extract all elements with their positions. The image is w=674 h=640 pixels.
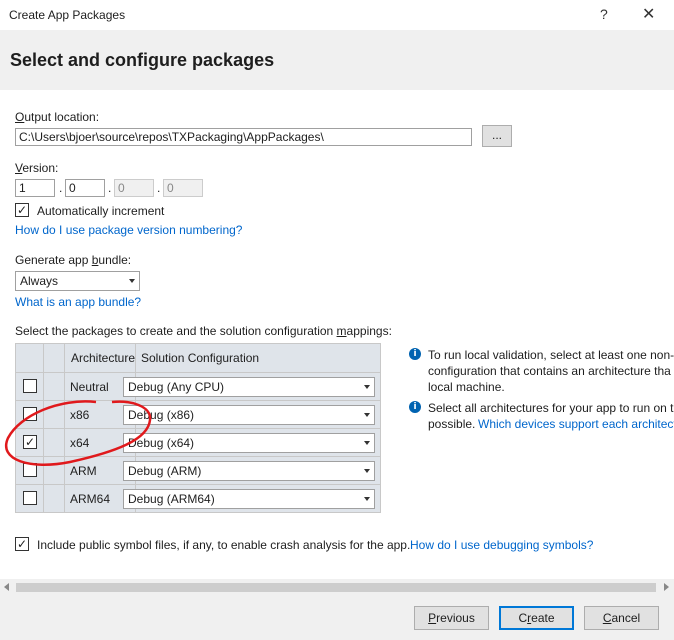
cancel-button[interactable]: Cancel [584,606,659,630]
scrollbar-thumb[interactable] [16,583,656,592]
chevron-down-icon [364,413,370,417]
auto-increment-label: Automatically increment [37,204,165,218]
output-location-input[interactable]: C:\Users\bjoer\source\repos\TXPackaging\… [15,128,472,146]
info-text: possible. [428,417,476,431]
version-separator: . [108,181,112,195]
scroll-left-icon[interactable] [4,583,9,591]
help-button[interactable]: ? [600,6,608,22]
create-button[interactable]: Create [499,606,574,630]
package-configuration-value: Debug (ARM64) [128,492,215,506]
version-revision-input: 0 [163,179,203,197]
package-configuration-dropdown[interactable]: Debug (Any CPU) [123,377,375,397]
package-configuration-dropdown[interactable]: Debug (x86) [123,405,375,425]
checkmark-icon: ✓ [16,203,28,217]
package-row-checkbox[interactable] [23,463,37,477]
version-label: Version: [15,161,59,175]
include-symbols-checkbox[interactable]: ✓ [15,537,29,551]
version-major-input[interactable]: 1 [15,179,55,197]
solution-configuration-column-header: Solution Configuration [136,344,380,372]
chevron-down-icon [129,279,135,283]
auto-increment-checkbox[interactable]: ✓ [15,203,29,217]
checkmark-icon: ✓ [16,537,28,551]
package-row: ARM64 Debug (ARM64) [16,485,380,513]
app-bundle-help-link[interactable]: What is an app bundle? [15,295,141,309]
version-separator: . [59,181,63,195]
info-text: Select all architectures for your app to… [428,401,674,415]
package-row-checkbox[interactable] [23,407,37,421]
package-row-checkbox[interactable]: ✓ [23,435,37,449]
output-location-label: Output location: [15,110,100,124]
info-icon: i [409,348,421,360]
info-text: To run local validation, select at least… [428,348,674,362]
package-configuration-dropdown[interactable]: Debug (ARM64) [123,489,375,509]
package-configuration-value: Debug (Any CPU) [128,380,225,394]
close-button[interactable]: ✕ [642,4,655,24]
version-build-input: 0 [114,179,154,197]
app-bundle-selected: Always [20,274,59,288]
package-row-checkbox[interactable] [23,491,37,505]
horizontal-scrollbar[interactable] [0,579,674,596]
package-row: ✓ x64 Debug (x64) [16,429,380,457]
packages-grid: Architecture Solution Configuration Neut… [15,343,381,513]
package-row: Neutral Debug (Any CPU) [16,373,380,401]
include-symbols-label: Include public symbol files, if any, to … [37,538,411,552]
package-configuration-value: Debug (ARM) [128,464,202,478]
packages-label: Select the packages to create and the so… [15,324,392,338]
package-row-checkbox[interactable] [23,379,37,393]
checkmark-icon: ✓ [24,435,36,449]
architecture-support-link[interactable]: Which devices support each architect [478,417,674,431]
chevron-down-icon [364,497,370,501]
app-bundle-dropdown[interactable]: Always [15,271,140,291]
chevron-down-icon [364,441,370,445]
package-configuration-dropdown[interactable]: Debug (ARM) [123,461,375,481]
browse-button[interactable]: ... [482,125,512,147]
previous-button[interactable]: Previous [414,606,489,630]
debugging-symbols-help-link[interactable]: How do I use debugging symbols? [410,538,593,552]
info-text: configuration that contains an architect… [428,364,671,378]
scroll-right-icon[interactable] [664,583,669,591]
architecture-column-header: Architecture [65,344,135,372]
window-title: Create App Packages [9,8,126,22]
info-icon: i [409,401,421,413]
package-row: x86 Debug (x86) [16,401,380,429]
package-configuration-value: Debug (x64) [128,436,195,450]
title-bar: Create App Packages ? ✕ [0,0,674,30]
version-minor-input[interactable]: 0 [65,179,105,197]
page-header: Select and configure packages [0,30,674,90]
app-bundle-label: Generate app bundle: [15,253,132,267]
version-separator: . [157,181,161,195]
package-row: ARM Debug (ARM) [16,457,380,485]
chevron-down-icon [364,469,370,473]
page-title: Select and configure packages [10,50,275,70]
info-text: local machine. [428,380,505,394]
dialog-footer: Previous Create Cancel [0,596,674,640]
package-configuration-dropdown[interactable]: Debug (x64) [123,433,375,453]
chevron-down-icon [364,385,370,389]
version-numbering-help-link[interactable]: How do I use package version numbering? [15,223,242,237]
package-configuration-value: Debug (x86) [128,408,195,422]
